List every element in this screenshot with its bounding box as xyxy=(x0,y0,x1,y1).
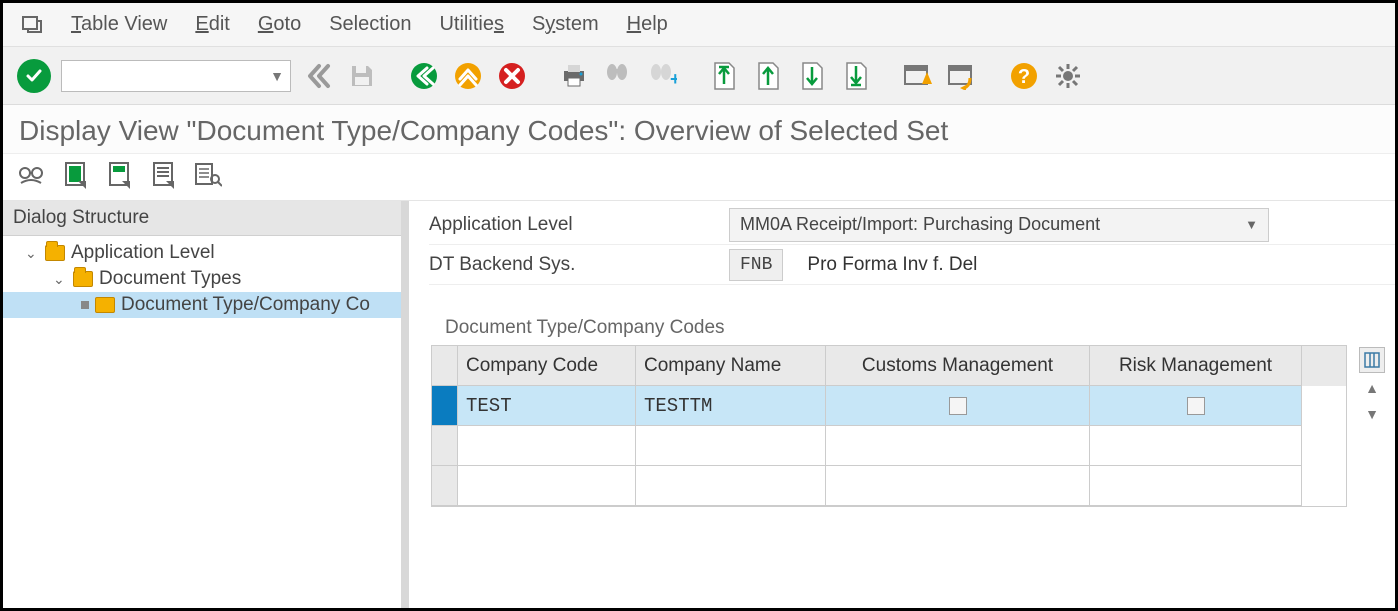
next-page-button[interactable] xyxy=(795,59,829,93)
cell-company-code[interactable]: TEST xyxy=(458,386,636,426)
help-button[interactable]: ? xyxy=(1007,59,1041,93)
application-level-value: MM0A Receipt/Import: Purchasing Document xyxy=(740,214,1100,235)
application-toolbar xyxy=(3,154,1395,201)
tree-node-label: Document Type/Company Co xyxy=(121,294,370,316)
form-row-dt-backend: DT Backend Sys. FNB Pro Forma Inv f. Del xyxy=(429,245,1395,285)
col-risk-management[interactable]: Risk Management xyxy=(1090,346,1302,386)
page-title: Display View "Document Type/Company Code… xyxy=(3,105,1395,154)
grid-side-controls: ▲ ▼ xyxy=(1359,347,1385,425)
col-company-name[interactable]: Company Name xyxy=(636,346,826,386)
window-menu-icon[interactable] xyxy=(21,14,43,36)
generate-shortcut-button[interactable] xyxy=(945,59,979,93)
dt-backend-label: DT Backend Sys. xyxy=(429,254,729,276)
customize-layout-button[interactable] xyxy=(1051,59,1085,93)
dialog-structure-header: Dialog Structure xyxy=(3,201,401,236)
leaf-bullet-icon xyxy=(81,301,89,309)
form-row-application-level: Application Level MM0A Receipt/Import: P… xyxy=(429,205,1395,245)
print-button[interactable] xyxy=(557,59,591,93)
cell-customs-management[interactable] xyxy=(826,466,1090,506)
folder-icon xyxy=(95,297,115,313)
tree-node-label: Document Types xyxy=(99,268,241,290)
company-codes-grid: Company Code Company Name Customs Manage… xyxy=(431,345,1347,507)
menu-help[interactable]: Help xyxy=(627,13,668,36)
command-field[interactable]: ▼ xyxy=(61,60,291,92)
row-selector[interactable] xyxy=(432,426,458,466)
application-level-dropdown[interactable]: MM0A Receipt/Import: Purchasing Document… xyxy=(729,208,1269,242)
standard-toolbar: ▼ xyxy=(3,47,1395,105)
content-area: Application Level MM0A Receipt/Import: P… xyxy=(409,201,1395,608)
folder-icon xyxy=(73,271,93,287)
caret-down-icon: ⌄ xyxy=(53,271,67,288)
cell-customs-management[interactable] xyxy=(826,386,1090,426)
menu-goto[interactable]: Goto xyxy=(258,13,301,36)
scroll-down-button[interactable]: ▼ xyxy=(1361,403,1383,425)
checkbox-icon[interactable] xyxy=(949,397,967,415)
deselect-all-button[interactable] xyxy=(149,160,179,190)
col-company-code[interactable]: Company Code xyxy=(458,346,636,386)
menu-selection[interactable]: Selection xyxy=(329,13,411,36)
cancel-button[interactable] xyxy=(495,59,529,93)
find-next-button[interactable]: + xyxy=(645,59,679,93)
select-all-button[interactable] xyxy=(61,160,91,190)
menu-edit[interactable]: Edit xyxy=(195,13,229,36)
prev-page-button[interactable] xyxy=(751,59,785,93)
svg-text:?: ? xyxy=(1018,66,1030,88)
back-button[interactable] xyxy=(301,59,335,93)
menu-system[interactable]: System xyxy=(532,13,599,36)
tree-node-application-level[interactable]: ⌄ Application Level xyxy=(3,240,401,266)
last-page-button[interactable] xyxy=(839,59,873,93)
tree-node-label: Application Level xyxy=(71,242,215,264)
folder-icon xyxy=(45,245,65,261)
grid-title: Document Type/Company Codes xyxy=(429,285,1395,345)
menu-bar: Table View Edit Goto Selection Utilities… xyxy=(3,3,1395,47)
cell-company-name[interactable] xyxy=(636,466,826,506)
svg-text:+: + xyxy=(670,69,677,89)
app-frame: Table View Edit Goto Selection Utilities… xyxy=(0,0,1398,611)
enter-button[interactable] xyxy=(17,59,51,93)
cell-company-name[interactable]: TESTTM xyxy=(636,386,826,426)
save-button[interactable] xyxy=(345,59,379,93)
up-button[interactable] xyxy=(451,59,485,93)
exit-button[interactable] xyxy=(407,59,441,93)
find-button[interactable] xyxy=(601,59,635,93)
cell-customs-management[interactable] xyxy=(826,426,1090,466)
table-view-button[interactable] xyxy=(193,160,223,190)
configure-columns-button[interactable] xyxy=(1359,347,1385,373)
table-row[interactable] xyxy=(432,426,1346,466)
dialog-structure-panel: Dialog Structure ⌄ Application Level ⌄ D… xyxy=(3,201,409,608)
application-level-label: Application Level xyxy=(429,214,729,236)
menu-utilities[interactable]: Utilities xyxy=(439,13,503,36)
chevron-down-icon: ▼ xyxy=(1245,217,1258,232)
cell-risk-management[interactable] xyxy=(1090,426,1302,466)
row-selector[interactable] xyxy=(432,386,458,426)
tree-node-document-types[interactable]: ⌄ Document Types xyxy=(3,266,401,292)
col-customs-management[interactable]: Customs Management xyxy=(826,346,1090,386)
select-block-button[interactable] xyxy=(105,160,135,190)
cell-company-code[interactable] xyxy=(458,466,636,506)
grid-corner[interactable] xyxy=(432,346,458,386)
scroll-up-button[interactable]: ▲ xyxy=(1361,377,1383,399)
cell-company-code[interactable] xyxy=(458,426,636,466)
chevron-down-icon: ▼ xyxy=(270,68,284,84)
dt-backend-value: FNB xyxy=(729,249,783,281)
cell-risk-management[interactable] xyxy=(1090,466,1302,506)
grid-header-row: Company Code Company Name Customs Manage… xyxy=(432,346,1346,386)
menu-table-view[interactable]: Table View xyxy=(71,13,167,36)
table-row[interactable] xyxy=(432,466,1346,506)
dialog-structure-tree: ⌄ Application Level ⌄ Document Types Doc… xyxy=(3,236,401,322)
caret-down-icon: ⌄ xyxy=(25,245,39,262)
display-change-button[interactable] xyxy=(17,160,47,190)
cell-company-name[interactable] xyxy=(636,426,826,466)
row-selector[interactable] xyxy=(432,466,458,506)
body-split: Dialog Structure ⌄ Application Level ⌄ D… xyxy=(3,201,1395,608)
dt-backend-description: Pro Forma Inv f. Del xyxy=(807,254,977,276)
first-page-button[interactable] xyxy=(707,59,741,93)
checkbox-icon[interactable] xyxy=(1187,397,1205,415)
cell-risk-management[interactable] xyxy=(1090,386,1302,426)
table-row[interactable]: TEST TESTTM xyxy=(432,386,1346,426)
new-session-button[interactable] xyxy=(901,59,935,93)
tree-node-doc-type-company-codes[interactable]: Document Type/Company Co xyxy=(3,292,401,318)
